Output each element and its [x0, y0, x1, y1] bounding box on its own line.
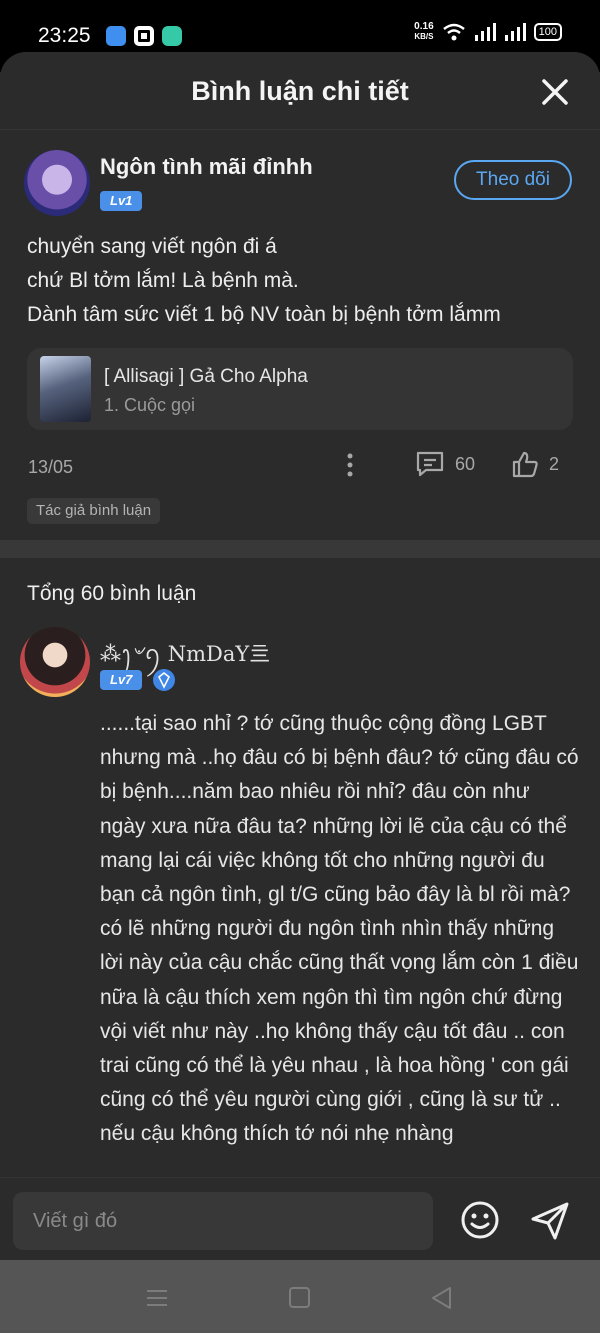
comment-input-bar: Viết gì đó: [0, 1177, 600, 1260]
comment-line: Dành tâm sức viết 1 bộ NV toàn bị bệnh t…: [27, 303, 501, 326]
comment-icon: [416, 451, 444, 477]
author-comment-tag: Tác giả bình luận: [27, 498, 161, 524]
post-date: 13/05: [28, 457, 74, 477]
emoji-icon[interactable]: [460, 1200, 500, 1240]
net-speed-unit: KB/S: [414, 32, 434, 41]
reply-count: 60: [455, 453, 476, 474]
book-chapter: 1. Cuộc gọi: [104, 395, 196, 415]
reply-count-button[interactable]: 60: [415, 450, 475, 478]
avatar[interactable]: [20, 627, 90, 697]
section-divider: [0, 540, 600, 558]
screen-record-icon: [134, 26, 154, 46]
like-count: 2: [549, 453, 560, 474]
status-indicators: 0.16 KB/S 100: [414, 22, 562, 42]
like-button[interactable]: 2: [511, 450, 559, 478]
reply-body: ......tại sao nhỉ ? tớ cũng thuộc cộng đ…: [100, 712, 579, 1146]
home-button[interactable]: [289, 1287, 310, 1308]
main-comment: Ngôn tình mãi đỉnhh Lv1 Theo dõi chuyển …: [0, 130, 600, 540]
signal-icon-2: [504, 23, 526, 41]
wifi-icon: [442, 23, 465, 41]
close-icon[interactable]: [540, 77, 570, 107]
follow-button[interactable]: Theo dõi: [454, 160, 572, 200]
status-app-icons: [106, 26, 182, 46]
back-icon[interactable]: [430, 1286, 454, 1310]
author-name[interactable]: Ngôn tình mãi đỉnhh: [100, 154, 313, 180]
page-title: Bình luận chi tiết: [191, 76, 409, 106]
book-title: [ Allisagi ] Gả Cho Alpha: [104, 366, 308, 387]
book-card[interactable]: [ Allisagi ] Gả Cho Alpha 1. Cuộc gọi: [27, 348, 573, 430]
comment-detail-sheet: Bình luận chi tiết Ngôn tình mãi đỉnhh L…: [0, 52, 600, 1260]
book-cover-image: [40, 356, 91, 422]
signal-icon: [474, 23, 496, 41]
net-speed: 0.16 KB/S: [414, 22, 433, 42]
app-notification-icon: [106, 26, 126, 46]
menu-icon[interactable]: [146, 1287, 168, 1309]
system-nav-bar: [0, 1260, 600, 1333]
comment-body: chuyển sang viết ngôn đi á chứ Bl tởm lắ…: [27, 230, 577, 332]
net-speed-value: 0.16: [414, 21, 434, 32]
send-icon[interactable]: [529, 1200, 571, 1242]
level-badge: Lv7: [100, 670, 143, 690]
status-time: 23:25: [38, 24, 91, 47]
level-badge: Lv1: [100, 191, 143, 211]
more-options-icon[interactable]: [340, 452, 360, 478]
shield-badge-icon: [153, 669, 175, 691]
thumbs-up-icon: [512, 451, 538, 478]
comment-line: chuyển sang viết ngôn đi á: [27, 235, 277, 258]
sheet-header: Bình luận chi tiết: [0, 52, 600, 130]
battery-icon: 100: [533, 23, 562, 41]
avatar[interactable]: [24, 150, 90, 216]
comment-input[interactable]: Viết gì đó: [13, 1192, 433, 1250]
comments-total: Tổng 60 bình luận: [27, 582, 197, 605]
chat-app-icon: [162, 26, 182, 46]
comment-line: chứ Bl tởm lắm! Là bệnh mà.: [27, 269, 299, 292]
